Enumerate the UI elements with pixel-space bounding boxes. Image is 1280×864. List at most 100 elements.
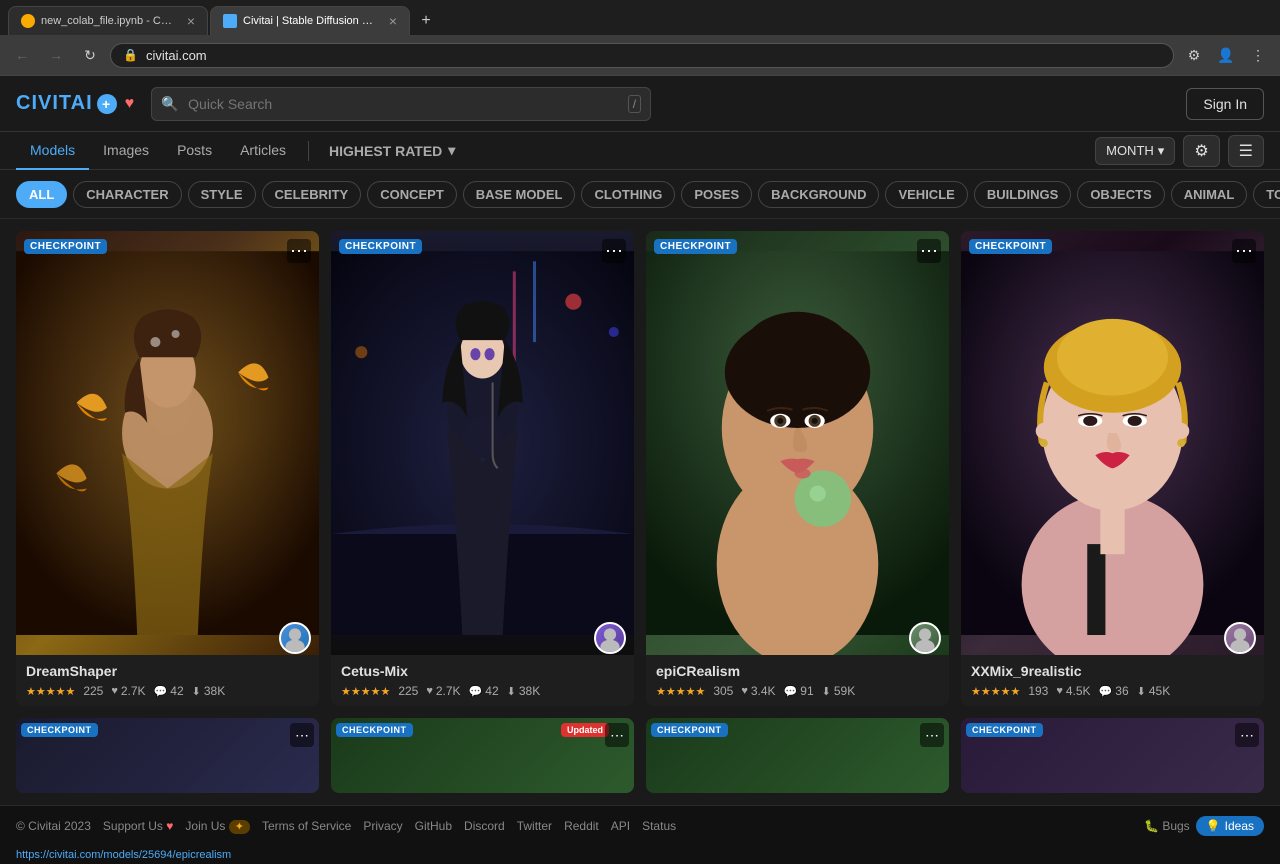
tab-models[interactable]: Models bbox=[16, 132, 89, 170]
period-label: MONTH bbox=[1106, 143, 1154, 158]
filter-button[interactable]: ⚙ bbox=[1183, 135, 1219, 167]
footer-api-link[interactable]: API bbox=[611, 819, 630, 833]
cat-poses[interactable]: POSES bbox=[681, 181, 752, 208]
footer: © Civitai 2023 Support Us ♥ Join Us ✦ Te… bbox=[0, 805, 1280, 846]
status-bar: https://civitai.com/models/25694/epicrea… bbox=[0, 846, 1280, 864]
cat-concept[interactable]: CONCEPT bbox=[367, 181, 457, 208]
card-menu-xxmix[interactable]: ⋯ bbox=[1232, 239, 1256, 263]
card-name-epicrealism: epiCRealism bbox=[656, 663, 939, 679]
tab-civitai[interactable]: Civitai | Stable Diffusion models... × bbox=[210, 6, 410, 35]
browser-nav-bar: ← → ↻ 🔒 civitai.com ⚙ 👤 ⋮ bbox=[0, 35, 1280, 75]
cat-vehicle[interactable]: VEHICLE bbox=[885, 181, 967, 208]
bottom-menu-3[interactable]: ⋯ bbox=[920, 723, 944, 747]
bottom-menu-1[interactable]: ⋯ bbox=[290, 723, 314, 747]
cat-character[interactable]: CHARACTER bbox=[73, 181, 181, 208]
sort-label: HIGHEST RATED bbox=[329, 143, 442, 159]
footer-terms-link[interactable]: Terms of Service bbox=[262, 819, 351, 833]
logo-plus-button[interactable]: + bbox=[97, 94, 117, 114]
sort-button[interactable]: HIGHEST RATED ▾ bbox=[317, 136, 467, 165]
tab-posts[interactable]: Posts bbox=[163, 132, 226, 170]
period-chevron-icon: ▾ bbox=[1158, 143, 1165, 159]
extensions-button[interactable]: ⚙ bbox=[1180, 41, 1208, 69]
tab-close-civitai[interactable]: × bbox=[389, 13, 397, 29]
bottom-menu-2[interactable]: ⋯ bbox=[605, 723, 629, 747]
search-shortcut: / bbox=[628, 95, 641, 113]
cat-base-model[interactable]: BASE MODEL bbox=[463, 181, 576, 208]
browser-tabs: new_colab_file.ipynb - Colabora... × Civ… bbox=[0, 0, 1280, 35]
stars-dreamshapers: ★★★★★ bbox=[26, 685, 75, 698]
cat-background[interactable]: BACKGROUND bbox=[758, 181, 879, 208]
tab-articles[interactable]: Articles bbox=[226, 132, 300, 170]
period-button[interactable]: MONTH ▾ bbox=[1095, 137, 1175, 165]
card-image-dreamshapers bbox=[16, 231, 319, 655]
bottom-card-2[interactable]: CHECKPOINT Updated ⋯ bbox=[331, 718, 634, 793]
footer-twitter-link[interactable]: Twitter bbox=[517, 819, 552, 833]
profile-button[interactable]: 👤 bbox=[1212, 41, 1240, 69]
browser-actions: ⚙ 👤 ⋮ bbox=[1180, 41, 1272, 69]
cat-objects[interactable]: OBJECTS bbox=[1077, 181, 1164, 208]
downloads-cetus: ⬇ 38K bbox=[507, 684, 541, 698]
ideas-label: Ideas bbox=[1225, 819, 1254, 833]
nav-right-controls: MONTH ▾ ⚙ ☰ bbox=[1095, 135, 1264, 167]
rating-count-epicrealism: 305 bbox=[713, 684, 733, 698]
footer-privacy-link[interactable]: Privacy bbox=[363, 819, 402, 833]
forward-button[interactable]: → bbox=[42, 41, 70, 69]
logo[interactable]: CIVITAI + ♥ bbox=[16, 92, 135, 115]
reload-button[interactable]: ↻ bbox=[76, 41, 104, 69]
model-card-xxmix[interactable]: CHECKPOINT ⋯ XXMix_9realistic ★★★★★ 193 … bbox=[961, 231, 1264, 706]
card-menu-epicrealism[interactable]: ⋯ bbox=[917, 239, 941, 263]
card-menu-dreamshapers[interactable]: ⋯ bbox=[287, 239, 311, 263]
cat-celebrity[interactable]: CELEBRITY bbox=[262, 181, 362, 208]
cat-buildings[interactable]: BUILDINGS bbox=[974, 181, 1072, 208]
card-image-epicrealism bbox=[646, 231, 949, 655]
bottom-card-3[interactable]: CHECKPOINT ⋯ bbox=[646, 718, 949, 793]
sign-in-button[interactable]: Sign In bbox=[1186, 88, 1264, 120]
card-name-xxmix: XXMix_9realistic bbox=[971, 663, 1254, 679]
cat-animal[interactable]: ANIMAL bbox=[1171, 181, 1248, 208]
cat-tool[interactable]: TOOL bbox=[1253, 181, 1280, 208]
search-input[interactable] bbox=[151, 87, 651, 121]
stars-epicrealism: ★★★★★ bbox=[656, 685, 705, 698]
card-badge-cetus: CHECKPOINT bbox=[339, 239, 422, 254]
tab-images[interactable]: Images bbox=[89, 132, 163, 170]
card-avatar-xxmix bbox=[1224, 622, 1256, 654]
bottom-menu-4[interactable]: ⋯ bbox=[1235, 723, 1259, 747]
back-button[interactable]: ← bbox=[8, 41, 36, 69]
sort-chevron-icon: ▾ bbox=[448, 142, 455, 159]
card-name-dreamshapers: DreamShaper bbox=[26, 663, 309, 679]
support-us-link[interactable]: Support Us ♥ bbox=[103, 819, 174, 833]
bugs-link[interactable]: 🐛 Bugs bbox=[1144, 819, 1190, 833]
main-content: CHECKPOINT ⋯ DreamShaper ★★★★★ 225 ♥ 2.7… bbox=[0, 219, 1280, 805]
view-toggle-button[interactable]: ☰ bbox=[1228, 135, 1264, 167]
join-us-link[interactable]: Join Us ✦ bbox=[185, 819, 250, 833]
ideas-button[interactable]: 💡 Ideas bbox=[1196, 816, 1264, 836]
card-menu-cetus[interactable]: ⋯ bbox=[602, 239, 626, 263]
card-stats-epicrealism: ★★★★★ 305 ♥ 3.4K 💬 91 ⬇ 59K bbox=[656, 684, 939, 698]
address-bar[interactable]: 🔒 civitai.com bbox=[110, 43, 1174, 68]
address-text: civitai.com bbox=[146, 48, 1161, 63]
footer-reddit-link[interactable]: Reddit bbox=[564, 819, 599, 833]
tab-colab[interactable]: new_colab_file.ipynb - Colabora... × bbox=[8, 6, 208, 35]
footer-github-link[interactable]: GitHub bbox=[415, 819, 452, 833]
footer-right: 🐛 Bugs 💡 Ideas bbox=[1144, 816, 1264, 836]
more-button[interactable]: ⋮ bbox=[1244, 41, 1272, 69]
new-tab-button[interactable]: + bbox=[412, 7, 440, 35]
support-heart-icon: ♥ bbox=[166, 819, 173, 833]
card-badge-dreamshapers: CHECKPOINT bbox=[24, 239, 107, 254]
stars-cetus: ★★★★★ bbox=[341, 685, 390, 698]
tab-close-colab[interactable]: × bbox=[187, 13, 195, 29]
model-card-cetus[interactable]: CHECKPOINT ⋯ Cetus-Mix ★★★★★ 225 ♥ 2.7K … bbox=[331, 231, 634, 706]
bottom-card-4[interactable]: CHECKPOINT ⋯ bbox=[961, 718, 1264, 793]
heart-icon-cetus: ♥ bbox=[426, 685, 433, 697]
tab-title-colab: new_colab_file.ipynb - Colabora... bbox=[41, 15, 177, 27]
footer-discord-link[interactable]: Discord bbox=[464, 819, 505, 833]
cat-clothing[interactable]: CLOTHING bbox=[581, 181, 675, 208]
bottom-card-1[interactable]: CHECKPOINT ⋯ bbox=[16, 718, 319, 793]
models-grid: CHECKPOINT ⋯ DreamShaper ★★★★★ 225 ♥ 2.7… bbox=[16, 231, 1264, 706]
model-card-epicrealism[interactable]: CHECKPOINT ⋯ epiCRealism ★★★★★ 305 ♥ 3.4… bbox=[646, 231, 949, 706]
cat-style[interactable]: STYLE bbox=[188, 181, 256, 208]
download-icon-epic: ⬇ bbox=[822, 685, 831, 698]
cat-all[interactable]: ALL bbox=[16, 181, 67, 208]
footer-status-link[interactable]: Status bbox=[642, 819, 676, 833]
model-card-dreamshapers[interactable]: CHECKPOINT ⋯ DreamShaper ★★★★★ 225 ♥ 2.7… bbox=[16, 231, 319, 706]
